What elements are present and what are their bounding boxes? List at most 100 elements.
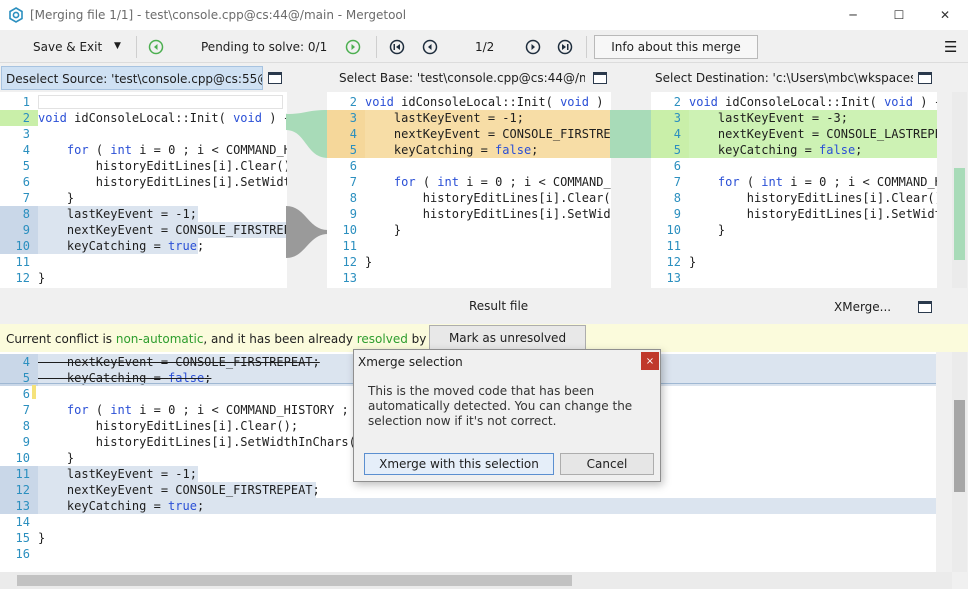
code-line: 10 }	[651, 222, 937, 238]
code-text: historyEditLines[i].Clear();	[38, 419, 299, 433]
line-number: 8	[22, 207, 30, 221]
minimize-icon: ─	[849, 8, 857, 22]
code-text: nextKeyEvent = CONSOLE_LASTREPEA	[689, 127, 937, 141]
code-line: 12}	[327, 254, 611, 270]
line-number: 10	[342, 223, 357, 237]
line-number: 9	[22, 435, 30, 449]
empty-line-marker	[38, 95, 283, 109]
source-code-pane[interactable]: 12 void idConsoleLocal::Init( void ) {34 …	[0, 92, 287, 288]
code-line: 11	[651, 238, 937, 254]
result-scrollbar-thumb[interactable]	[954, 400, 965, 492]
code-text: void idConsoleLocal::Init( void ) {	[689, 95, 937, 109]
hamburger-menu-icon[interactable]: ☰	[944, 38, 957, 56]
previous-difference-icon[interactable]	[422, 39, 438, 55]
next-conflict-icon[interactable]	[345, 39, 361, 55]
code-line: 4 nextKeyEvent = CONSOLE_FIRSTREPE	[327, 126, 611, 142]
info-about-merge-button[interactable]: Info about this merge	[594, 35, 758, 59]
dialog-cancel-button[interactable]: Cancel	[560, 453, 654, 475]
save-exit-button[interactable]: Save & Exit	[33, 40, 102, 54]
code-text: }	[365, 223, 402, 237]
previous-conflict-icon[interactable]	[148, 39, 164, 55]
app-logo-icon	[9, 7, 23, 23]
code-text: lastKeyEvent = -1;	[365, 111, 524, 125]
line-number: 11	[15, 255, 30, 269]
last-difference-icon[interactable]	[557, 39, 573, 55]
code-text: historyEditLines[i].SetWidth	[689, 207, 937, 221]
line-number: 7	[22, 403, 30, 417]
code-text: for ( int i = 0 ; i < COMMAND_HISTORY ; …	[66, 403, 364, 417]
code-line: 3	[0, 126, 287, 142]
destination-code-pane[interactable]: 2 void idConsoleLocal::Init( void ) {3 la…	[651, 92, 937, 288]
code-text: lastKeyEvent = -1;	[38, 207, 197, 221]
code-text: historyEditLines[i].Clear();	[38, 159, 287, 173]
base-maximize-icon[interactable]	[593, 72, 607, 84]
maximize-button[interactable]: ☐	[876, 0, 922, 30]
line-number: 16	[15, 547, 30, 561]
code-text: }	[38, 271, 46, 285]
code-line: 6	[327, 158, 611, 174]
minimize-button[interactable]: ─	[830, 0, 876, 30]
save-exit-dropdown-icon[interactable]: ▼	[114, 41, 121, 51]
line-number: 9	[22, 223, 30, 237]
source-header-button[interactable]: Deselect Source: 'test\console.cpp@cs:55…	[1, 66, 263, 90]
line-number: 1	[22, 95, 30, 109]
destination-maximize-icon[interactable]	[918, 72, 932, 84]
code-text: }	[38, 191, 75, 205]
line-number: 11	[666, 239, 681, 253]
toolbar: Save & Exit ▼ Pending to solve: 0/1 1/2 …	[0, 30, 968, 63]
line-number: 15	[15, 531, 30, 545]
xmerge-button[interactable]: XMerge...	[834, 300, 891, 314]
line-number: 4	[22, 143, 30, 157]
result-horizontal-scrollbar[interactable]	[0, 572, 952, 589]
line-number: 3	[349, 111, 357, 125]
pending-to-solve-label: Pending to solve: 0/1	[201, 40, 328, 54]
code-line: 11	[0, 254, 287, 270]
conflict-status-bar: Current conflict is non-automatic, and i…	[0, 324, 968, 352]
source-base-connector	[286, 110, 328, 258]
mark-as-unresolved-button[interactable]: Mark as unresolved	[429, 325, 586, 351]
code-text: for ( int i = 0 ; i < COMMAND_HI	[393, 175, 611, 189]
conflict-state-text: resolved	[356, 332, 408, 346]
xmerge-with-selection-button[interactable]: Xmerge with this selection	[364, 453, 554, 475]
code-line: 9 nextKeyEvent = CONSOLE_FIRSTREPE	[0, 222, 287, 238]
dialog-close-icon[interactable]: ×	[641, 352, 659, 370]
base-header-button[interactable]: Select Base: 'test\console.cpp@cs:44@/ma…	[335, 66, 585, 90]
first-difference-icon[interactable]	[389, 39, 405, 55]
line-number: 12	[15, 271, 30, 285]
maximize-icon: ☐	[893, 8, 905, 22]
conflict-type-text: non-automatic	[115, 332, 204, 346]
code-line: 8 historyEditLines[i].Clear()	[327, 190, 611, 206]
base-code-pane[interactable]: 2 void idConsoleLocal::Init( void ) {3 la…	[327, 92, 611, 288]
top-vertical-scrollbar[interactable]	[952, 92, 967, 288]
code-text: }	[38, 451, 75, 465]
close-button[interactable]: ✕	[922, 0, 968, 30]
code-text: historyEditLines[i].Clear()	[689, 191, 937, 205]
code-line: 4 for ( int i = 0 ; i < COMMAND_HI	[0, 142, 287, 158]
result-hscroll-thumb[interactable]	[17, 575, 572, 586]
base-destination-connector	[610, 110, 652, 158]
conflict-text: , and it has been already	[203, 332, 357, 346]
line-number: 6	[22, 175, 30, 189]
code-text: keyCatching = false;	[689, 143, 863, 157]
line-number: 14	[15, 515, 30, 529]
result-vertical-scrollbar[interactable]	[952, 352, 967, 572]
toolbar-separator	[586, 36, 587, 58]
line-number: 12	[15, 483, 30, 497]
line-number: 7	[22, 191, 30, 205]
code-line: 7 }	[0, 190, 287, 206]
code-line: 14	[0, 514, 936, 530]
code-line: 8 historyEditLines[i].Clear()	[651, 190, 937, 206]
code-text: lastKeyEvent = -3;	[689, 111, 848, 125]
line-number: 7	[673, 175, 681, 189]
line-number: 10	[15, 239, 30, 253]
code-text: nextKeyEvent = CONSOLE_FIRSTREPE	[365, 127, 611, 141]
line-number: 11	[342, 239, 357, 253]
line-number: 12	[342, 255, 357, 269]
next-difference-icon[interactable]	[525, 39, 541, 55]
destination-header-button[interactable]: Select Destination: 'c:\Users\mbc\wkspac…	[651, 66, 913, 90]
result-maximize-icon[interactable]	[918, 301, 932, 313]
code-line: 12}	[651, 254, 937, 270]
code-line: 7 for ( int i = 0 ; i < COMMAND_HI	[651, 174, 937, 190]
source-maximize-icon[interactable]	[268, 72, 282, 84]
top-scrollbar-thumb[interactable]	[954, 168, 965, 260]
